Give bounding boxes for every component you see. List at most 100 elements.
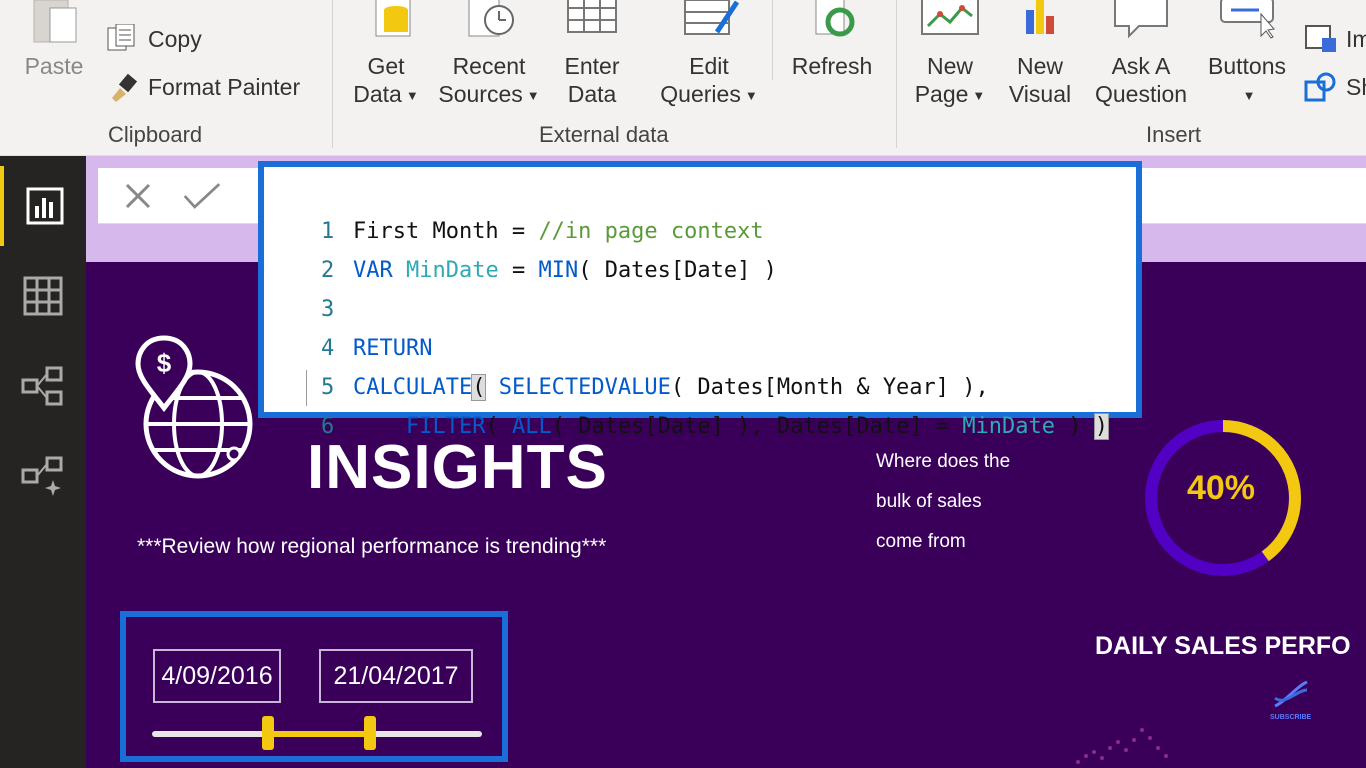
code-line: 5 CALCULATE( SELECTEDVALUE( Dates[Month &…: [264, 329, 989, 401]
new-visual-button[interactable]: New Visual: [1000, 0, 1080, 118]
code-keyword: VAR: [352, 258, 393, 283]
donut-gauge[interactable]: 40%: [1138, 413, 1308, 583]
buttons-label: Buttons: [1208, 53, 1286, 79]
commit-formula-button[interactable]: [182, 176, 222, 216]
image-icon: [1305, 25, 1336, 52]
code-line: 6 FILTER( ALL( Dates[Date] ), Dates[Date…: [264, 368, 1110, 440]
globe-dollar-icon: $: [135, 335, 253, 479]
chevron-down-icon: ▼: [972, 87, 986, 103]
donut-label: 40%: [1187, 469, 1255, 507]
enter-data-label-2: Data: [567, 81, 617, 107]
date-slider-range: [267, 731, 370, 737]
code-line: 3: [264, 251, 353, 322]
image-label: Im: [1346, 25, 1366, 52]
code-variable: MinDate: [405, 258, 499, 283]
question-line: come from: [876, 531, 966, 552]
copy-icon: [107, 24, 135, 51]
enter-data-button[interactable]: Enter Data: [552, 0, 632, 118]
get-data-button[interactable]: Get Data ▼: [344, 0, 428, 118]
nav-report-view[interactable]: [0, 166, 86, 246]
question-line: bulk of sales: [876, 491, 982, 512]
slider-start-handle[interactable]: [261, 716, 274, 750]
data-view-icon: [23, 276, 63, 316]
chevron-down-icon: ▼: [744, 87, 758, 103]
code-line: 4 RETURN: [264, 290, 432, 361]
format-painter-label: Format Painter: [148, 73, 301, 100]
bar-chart-icon: [1026, 0, 1054, 34]
start-date-input[interactable]: 4/09/2016: [153, 649, 281, 703]
refresh-button[interactable]: Refresh: [786, 0, 878, 118]
new-page-button[interactable]: New Page ▼: [906, 0, 994, 118]
edit-table-icon: [684, 0, 740, 35]
paste-label: Paste: [24, 53, 84, 79]
ask-question-button[interactable]: Ask A Question: [1086, 0, 1196, 118]
copy-label: Copy: [148, 25, 202, 52]
chevron-down-icon: ▼: [526, 87, 540, 103]
chevron-down-icon: ▼: [1242, 87, 1256, 103]
code-text: ( Dates[Date] ): [578, 258, 777, 283]
code-function: MIN: [538, 258, 579, 283]
shapes-button[interactable]: Sh: [1304, 72, 1366, 102]
ribbon: Paste Copy Format Painter Clipboard Get …: [0, 0, 1366, 156]
code-operator: =: [498, 258, 539, 283]
nav-dax-query-view[interactable]: [0, 436, 86, 516]
table-grid-icon: [567, 0, 617, 33]
get-data-label-1: Get: [367, 53, 405, 79]
new-visual-label-1: New: [1016, 53, 1063, 79]
image-button[interactable]: Im: [1304, 24, 1366, 54]
button-cursor-icon: [1220, 0, 1275, 39]
edit-queries-label-1: Edit: [689, 53, 729, 79]
recent-sources-button[interactable]: Recent Sources ▼: [434, 0, 544, 118]
insert-group-label: Insert: [1146, 122, 1202, 147]
clipboard-group-label: Clipboard: [108, 122, 203, 147]
enter-data-label-1: Enter: [564, 53, 620, 79]
code-text: ( Dates[Date] ), Dates[Date] =: [551, 414, 963, 439]
clock-icon: [468, 0, 514, 37]
external-data-group-label: External data: [539, 122, 669, 147]
new-page-icon: [921, 0, 979, 35]
report-view-icon: [26, 187, 64, 225]
left-nav: [0, 156, 86, 768]
code-line: 2 VAR MinDate = MIN( Dates[Date] ): [264, 212, 777, 283]
paste-button[interactable]: Paste: [18, 0, 90, 88]
checkmark-icon: [183, 183, 221, 209]
refresh-label: Refresh: [791, 53, 873, 79]
chevron-down-icon: ▼: [405, 87, 419, 103]
refresh-icon: [815, 0, 855, 37]
dax-formula-editor[interactable]: 1 First Month = //in page context 2 VAR Mi…: [258, 161, 1142, 440]
cancel-formula-button[interactable]: [118, 176, 158, 216]
ribbon-separator: [332, 0, 333, 148]
close-icon: [125, 183, 151, 209]
daily-sales-chart-fragment: [1076, 728, 1168, 764]
ask-question-label-1: Ask A: [1111, 53, 1171, 79]
nav-data-view[interactable]: [0, 256, 86, 336]
model-view-icon: [21, 366, 63, 406]
edit-queries-button[interactable]: Edit Queries ▼: [654, 0, 764, 118]
dna-icon: [1273, 680, 1308, 708]
database-icon: [375, 0, 411, 37]
buttons-button[interactable]: Buttons ▼: [1200, 0, 1294, 118]
code-variable: MinDate: [962, 414, 1056, 439]
nav-model-view[interactable]: [0, 346, 86, 426]
recent-sources-label-2: Sources: [438, 81, 523, 107]
get-data-label-2: Data: [353, 81, 402, 107]
format-painter-button[interactable]: Format Painter: [106, 72, 300, 102]
code-text: ): [1055, 414, 1095, 439]
speech-bubble-icon: [1114, 0, 1168, 39]
subscribe-label: SUBSCRIBE: [1270, 714, 1312, 721]
slider-end-handle[interactable]: [363, 716, 376, 750]
subscribe-badge[interactable]: SUBSCRIBE: [1270, 676, 1311, 721]
report-subtitle: ***Review how regional performance is tr…: [137, 535, 607, 558]
code-line: 1 First Month = //in page context: [264, 173, 764, 244]
ask-question-label-2: Question: [1094, 81, 1188, 107]
indent-guide: [306, 370, 307, 406]
report-title: INSIGHTS: [307, 433, 608, 502]
svg-text:$: $: [157, 348, 172, 378]
new-page-label-1: New: [926, 53, 973, 79]
ribbon-separator: [772, 0, 773, 80]
end-date-input[interactable]: 21/04/2017: [319, 649, 473, 703]
recent-sources-label-1: Recent: [452, 53, 526, 79]
sales-question-text: Where does the bulk of sales come from: [876, 442, 1056, 562]
copy-button[interactable]: Copy: [106, 24, 202, 54]
ribbon-separator: [896, 0, 897, 148]
